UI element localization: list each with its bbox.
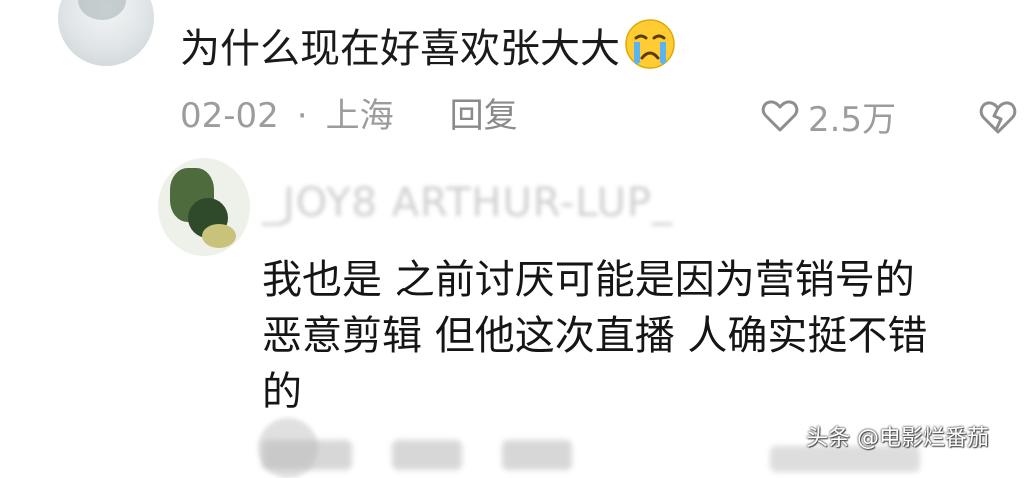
comment-meta: 02-02 · 上海 回复 (180, 94, 518, 138)
comment-location: 上海 (325, 96, 394, 136)
reply-username[interactable]: _JOY8 ARTHUR-LUP_ (262, 178, 673, 228)
reply-line: 我也是 之前讨厌可能是因为营销号的 (262, 257, 915, 303)
commenter-avatar[interactable] (58, 0, 154, 66)
replier-avatar[interactable] (158, 158, 250, 256)
reply-text: 我也是 之前讨厌可能是因为营销号的 恶意剪辑 但他这次直播 人确实挺不错 的 (262, 252, 1022, 420)
next-comment-meta-blurred (262, 440, 762, 470)
like-count: 2.5万 (808, 99, 897, 140)
heart-outline-icon (761, 100, 799, 132)
crying-face-icon (624, 18, 676, 70)
comment-text: 为什么现在好喜欢张大大 (180, 18, 676, 75)
meta-separator: · (296, 96, 308, 136)
reply-line: 恶意剪辑 但他这次直播 人确实挺不错 (262, 313, 928, 359)
comment-date: 02-02 (180, 96, 279, 136)
broken-heart-icon[interactable] (976, 96, 1020, 136)
like-button[interactable]: 2.5万 (760, 92, 896, 140)
reply-button[interactable]: 回复 (450, 94, 518, 138)
watermark: 头条 @电影烂番茄 (806, 426, 989, 451)
reply-line: 的 (262, 369, 302, 415)
comment-body: 为什么现在好喜欢张大大 (180, 26, 620, 72)
